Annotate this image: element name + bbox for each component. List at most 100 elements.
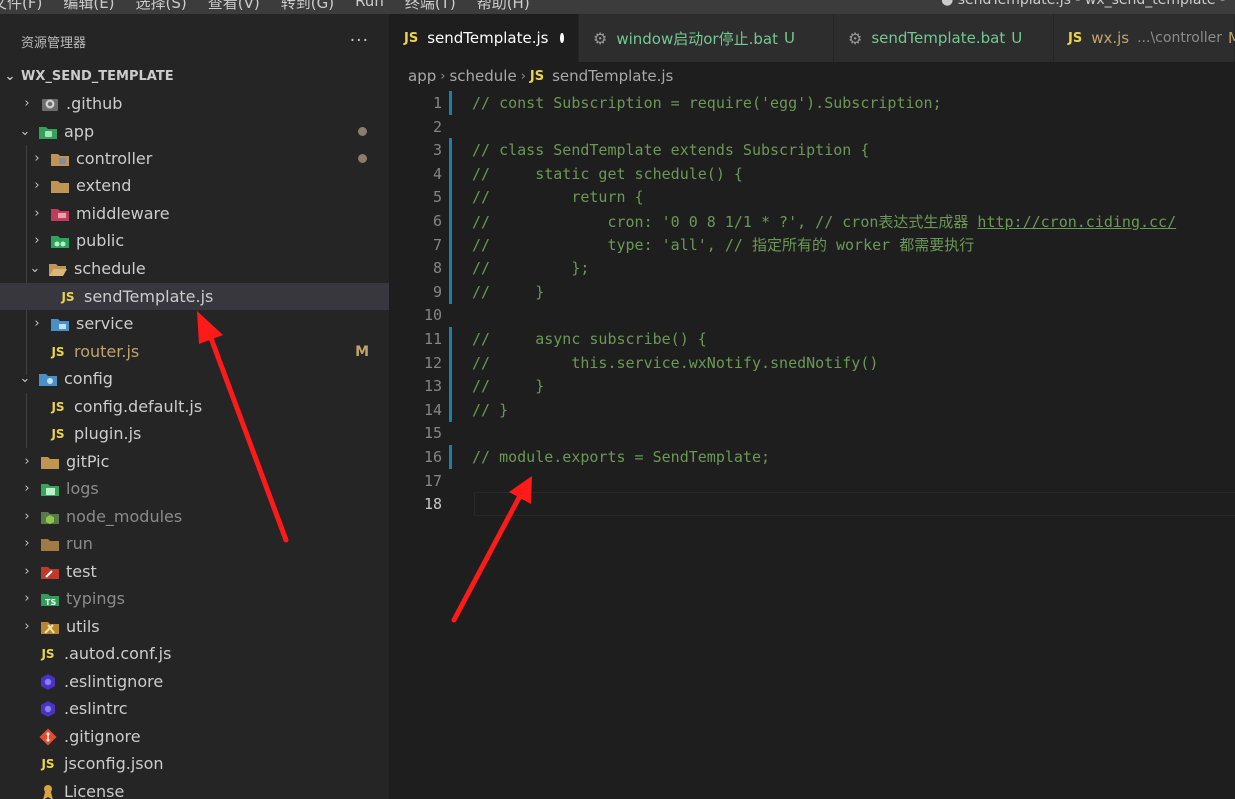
- gutter: [449, 115, 458, 139]
- tree-item-autod-conf-js[interactable]: JS .autod.conf.js: [0, 640, 389, 667]
- tree-item-router-js[interactable]: JS router.js M: [0, 338, 389, 365]
- tree-item-service[interactable]: › service: [0, 310, 389, 337]
- code-line[interactable]: 9 // }: [390, 279, 1235, 304]
- menu-file[interactable]: 文件(F): [0, 0, 42, 13]
- tree-item-public[interactable]: › public: [0, 227, 389, 254]
- code-line[interactable]: 4 // static get schedule() {: [390, 161, 1235, 186]
- chevron-right-icon: ›: [520, 68, 526, 84]
- tree-item-controller[interactable]: › controller: [0, 145, 389, 172]
- tree-item-utils[interactable]: › utils: [0, 613, 389, 640]
- tree-item-gitpic[interactable]: › gitPic: [0, 448, 389, 475]
- unsaved-dot-icon[interactable]: [560, 33, 564, 43]
- menu-go[interactable]: 转到(G): [281, 0, 334, 13]
- code-line[interactable]: 3 // class SendTemplate extends Subscript…: [390, 138, 1235, 163]
- tree-item-eslintignore[interactable]: .eslintignore: [0, 668, 389, 695]
- code-line[interactable]: 16 // module.exports = SendTemplate;: [390, 445, 1235, 469]
- code-line[interactable]: 5 // return {: [390, 185, 1235, 210]
- line-number: 2: [432, 117, 442, 136]
- chevron-down-icon: ⌄: [4, 69, 16, 84]
- root-folder-label: WX_SEND_TEMPLATE: [21, 69, 174, 84]
- tree-item-label: middleware: [76, 204, 170, 223]
- menu-run[interactable]: Run: [355, 0, 384, 13]
- chevron-right-icon: ›: [34, 233, 40, 248]
- menu-selection[interactable]: 选择(S): [136, 0, 187, 13]
- logs-folder-icon: [40, 480, 60, 498]
- line-number: 13: [423, 377, 442, 396]
- tree-item-label: config: [64, 369, 113, 388]
- code-line[interactable]: 18: [390, 492, 1235, 517]
- tree-item-config[interactable]: ⌄ config: [0, 365, 389, 392]
- eslint-icon: [38, 673, 58, 691]
- code-text: // class SendTemplate extends Subscripti…: [472, 141, 869, 159]
- tree-item-label: extend: [76, 176, 132, 195]
- breadcrumb-item[interactable]: app: [408, 67, 436, 85]
- code-line[interactable]: 10: [390, 303, 1235, 327]
- tab-wx-js[interactable]: JS wx.js ...\controller M: [1054, 14, 1235, 62]
- breadcrumb-item[interactable]: schedule: [449, 67, 516, 85]
- tree-item-schedule[interactable]: ⌄ schedule: [0, 255, 389, 282]
- explorer-sidebar: 资源管理器 ··· ⌄ WX_SEND_TEMPLATE › .github ⌄…: [0, 14, 389, 799]
- tree-item-label: plugin.js: [74, 424, 142, 443]
- menu-help[interactable]: 帮助(H): [477, 0, 530, 13]
- tree-item-label: node_modules: [66, 507, 183, 526]
- code-line[interactable]: 14 // }: [390, 397, 1235, 422]
- explorer-root[interactable]: ⌄ WX_SEND_TEMPLATE: [0, 63, 389, 90]
- git-modified-gutter: [449, 374, 458, 399]
- code-comment: // }: [472, 282, 545, 301]
- code-line[interactable]: 13 // }: [390, 374, 1235, 399]
- tree-item-run[interactable]: › run: [0, 530, 389, 557]
- line-number: 6: [432, 212, 442, 230]
- code-link[interactable]: http://cron.ciding.cc/: [977, 213, 1176, 231]
- git-modified-gutter: [449, 161, 458, 186]
- menu-view[interactable]: 查看(V): [208, 0, 260, 13]
- tree-item-test[interactable]: › test: [0, 558, 389, 585]
- explorer-header: 资源管理器 ···: [0, 14, 389, 68]
- tree-item-logs[interactable]: › logs: [0, 475, 389, 502]
- menu-edit[interactable]: 编辑(E): [63, 0, 114, 13]
- tab-label: window启动or停止.bat: [616, 29, 778, 48]
- tab-window-bat[interactable]: ⚙ window启动or停止.bat U: [579, 14, 834, 62]
- chevron-right-icon: ›: [440, 68, 446, 84]
- gutter: [449, 469, 458, 493]
- tree-item-sendtemplate-js[interactable]: JS sendTemplate.js: [0, 283, 389, 310]
- tree-item-github[interactable]: › .github: [0, 90, 389, 117]
- line-number: 16: [423, 448, 442, 466]
- menu-terminal[interactable]: 终端(T): [405, 0, 456, 13]
- gear-icon: ⚙: [593, 28, 608, 48]
- tree-item-typings[interactable]: › TS typings: [0, 585, 389, 612]
- tree-item-label: public: [76, 231, 125, 250]
- tab-label: sendTemplate.bat: [871, 29, 1006, 47]
- tab-sendtemplate-js[interactable]: JS sendTemplate.js: [390, 14, 579, 62]
- tree-item-node-modules[interactable]: › node_modules: [0, 503, 389, 530]
- tree-item-label: .eslintignore: [64, 672, 164, 691]
- tree-item-config-default-js[interactable]: JS config.default.js: [0, 393, 389, 420]
- tree-item-plugin-js[interactable]: JS plugin.js: [0, 420, 389, 447]
- tree-item-label: .github: [66, 94, 123, 113]
- tree-item-license[interactable]: License: [0, 778, 389, 799]
- tree-item-app[interactable]: ⌄ app: [0, 118, 389, 145]
- code-line[interactable]: 7 // type: 'all', // 指定所有的 worker 都需要执行: [390, 232, 1235, 257]
- code-editor[interactable]: 1 // const Subscription = require('egg').…: [390, 88, 1235, 799]
- git-modified-gutter: [449, 91, 458, 115]
- code-comment: // return {: [472, 188, 644, 207]
- breadcrumb-item[interactable]: sendTemplate.js: [552, 67, 673, 85]
- tree-item-eslintrc[interactable]: .eslintrc: [0, 695, 389, 722]
- code-line[interactable]: 11 // async subscribe() {: [390, 327, 1235, 351]
- code-line[interactable]: 2: [390, 115, 1235, 139]
- more-actions-icon[interactable]: ···: [350, 31, 369, 51]
- code-line[interactable]: 8 // };: [390, 256, 1235, 281]
- chevron-right-icon: ›: [24, 564, 30, 579]
- code-line[interactable]: 17: [390, 469, 1235, 493]
- tree-item-extend[interactable]: › extend: [0, 172, 389, 199]
- code-line[interactable]: 12 // this.service.wxNotify.snedNotify(): [390, 350, 1235, 375]
- modified-badge: M: [355, 343, 369, 360]
- line-number: 4: [432, 164, 442, 183]
- tree-item-middleware[interactable]: › middleware: [0, 200, 389, 227]
- tree-item-jsconfig-json[interactable]: JS jsconfig.json: [0, 750, 389, 777]
- code-line[interactable]: 1 // const Subscription = require('egg').…: [390, 91, 1235, 115]
- code-line[interactable]: 6 // cron: '0 0 8 1/1 * ?', // cron表达式生成器…: [390, 209, 1235, 233]
- tree-item-gitignore[interactable]: .gitignore: [0, 723, 389, 750]
- tab-sendtemplate-bat[interactable]: ⚙ sendTemplate.bat U: [834, 14, 1054, 62]
- code-text: // const Subscription = require('egg').S…: [472, 94, 942, 112]
- code-line[interactable]: 15: [390, 421, 1235, 445]
